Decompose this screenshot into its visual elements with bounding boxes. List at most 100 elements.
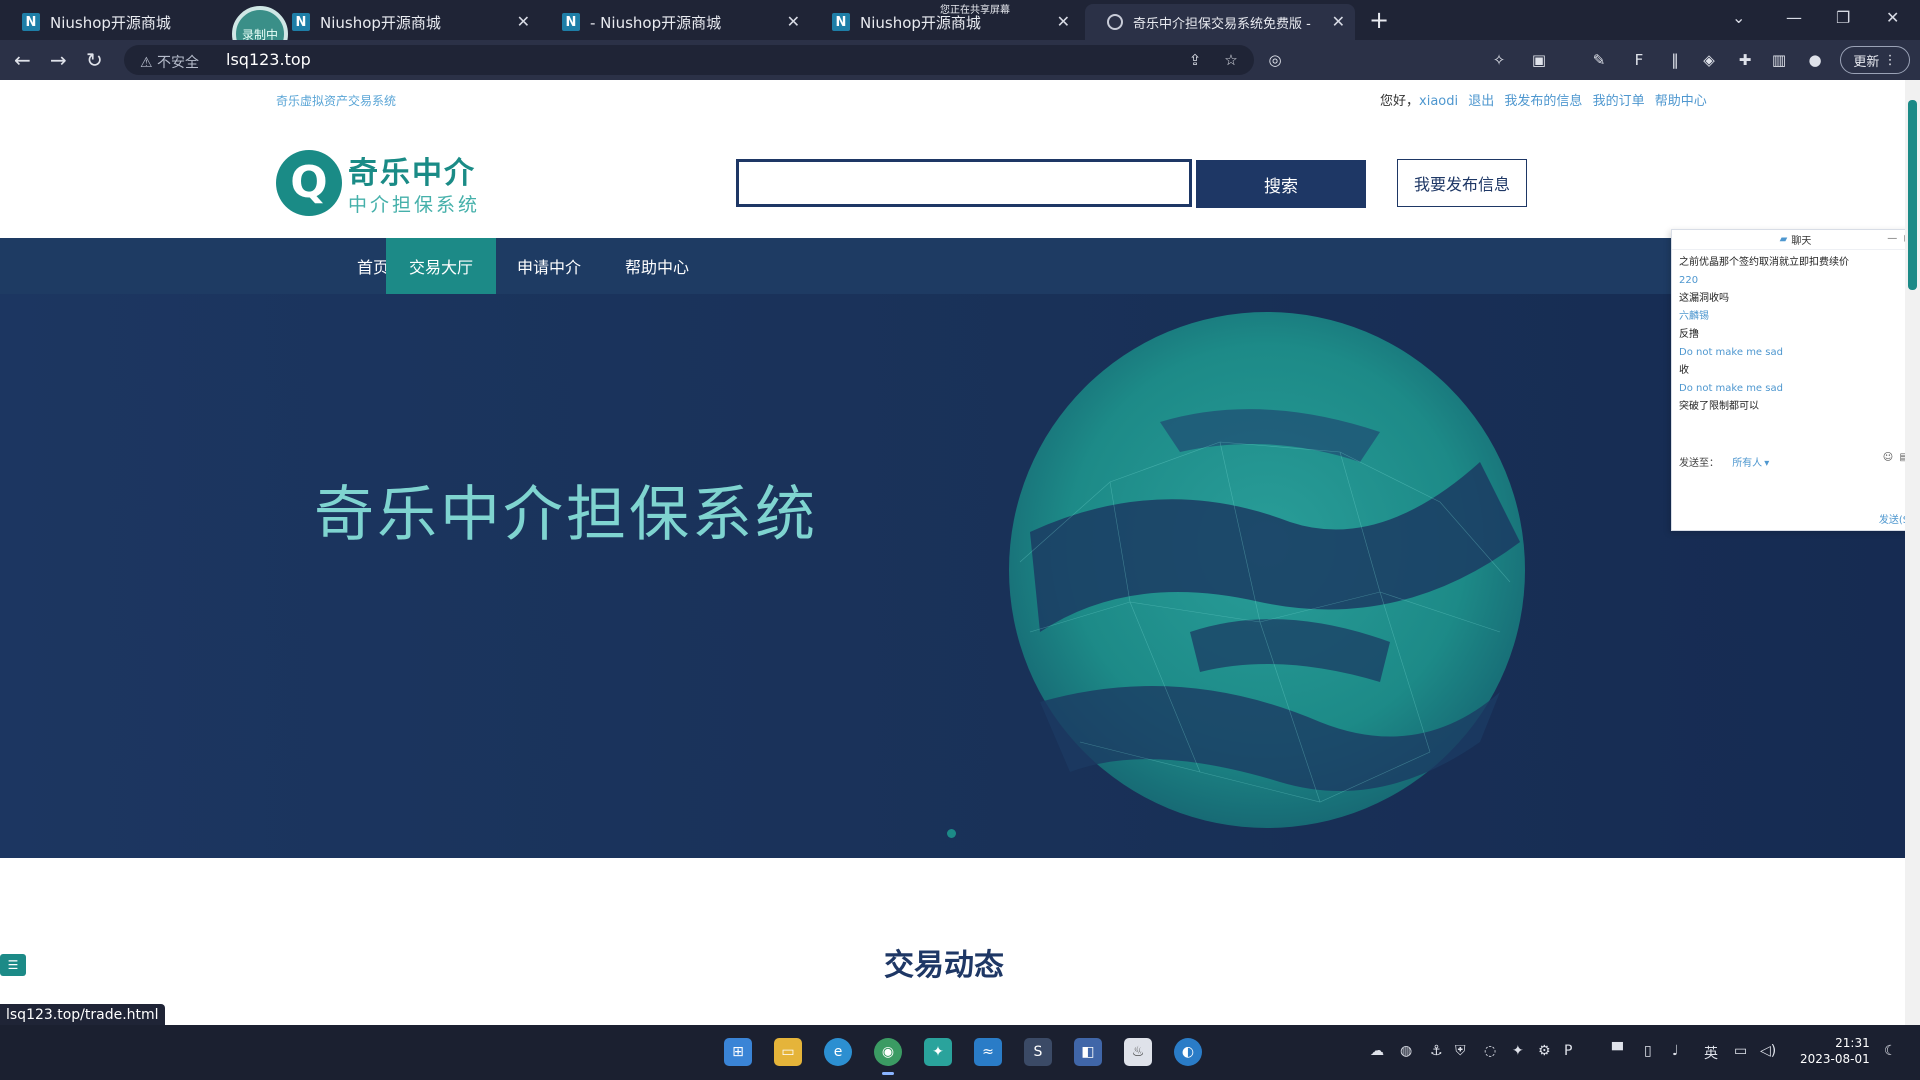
chat-message: 突破了限制都可以 [1679,401,1759,412]
browser-tab-3[interactable]: N - Niushop开源商城 ✕ [540,4,810,40]
tray-icon[interactable]: ⚙ [1538,1043,1551,1059]
dropdown-caret-icon[interactable]: ▾ [1764,458,1769,469]
share-icon[interactable]: ⇪ [1186,51,1204,69]
puzzle-icon[interactable]: ✚ [1736,51,1754,69]
security-indicator[interactable]: ⚠ 不安全 [140,52,199,72]
extension-icon[interactable]: ▣ [1530,51,1548,69]
app-icon[interactable]: ≈ [974,1038,1002,1066]
forward-icon[interactable]: → [50,48,67,72]
tray-icon[interactable]: ◍ [1400,1043,1412,1059]
nav-trade-hall[interactable]: 交易大厅 [386,238,496,294]
app-icon[interactable]: ◧ [1074,1038,1102,1066]
start-icon[interactable]: ⊞ [724,1038,752,1066]
carousel-dot[interactable] [947,829,956,838]
tray-icon[interactable]: P [1564,1043,1572,1059]
new-tab-button[interactable]: + [1369,6,1389,34]
volume-icon[interactable]: ◁) [1760,1043,1776,1059]
restore-button[interactable]: ❐ [1836,8,1850,27]
tray-icon[interactable]: ⚓ [1430,1043,1443,1059]
extension-icon[interactable]: ✧ [1490,51,1508,69]
browser-address-bar: ← → ↻ ⚠ 不安全 lsq123.top ⇪ ☆ ◎ ✧ ▣ ✎ F ‖ ◈… [0,40,1920,80]
bookmark-star-icon[interactable]: ☆ [1222,51,1240,69]
n-favicon-icon: N [562,13,580,31]
message-icon[interactable]: ▀ [1612,1043,1623,1059]
post-info-button[interactable]: 我要发布信息 [1397,159,1527,207]
search-button[interactable]: 搜索 [1196,160,1366,208]
chat-message: 反撸 [1679,329,1699,340]
extension-icon[interactable]: F [1630,51,1648,69]
my-orders-link[interactable]: 我的订单 [1593,94,1645,109]
browser-tab-2[interactable]: N Niushop开源商城 ✕ [270,4,540,40]
app-icon[interactable]: ✦ [924,1038,952,1066]
clock-date: 2023-08-01 [1800,1052,1870,1066]
extension-icon[interactable]: ◈ [1700,51,1718,69]
app-icon[interactable]: ♨ [1124,1038,1152,1066]
sidebar-toggle-icon[interactable]: ☰ [0,954,26,976]
minimize-button[interactable]: — [1786,8,1802,27]
system-clock[interactable]: 21:31 2023-08-01 [1800,1035,1870,1067]
hero-banner: 奇乐中介担保系统 [0,294,1905,858]
section-title-trade-news: 交易动态 [884,948,1004,983]
username-link[interactable]: xiaodi [1419,94,1458,109]
chat-message: 收 [1679,365,1689,376]
n-favicon-icon: N [22,13,40,31]
sublime-icon[interactable]: S [1024,1038,1052,1066]
logout-link[interactable]: 退出 [1468,94,1494,109]
main-nav: 首页 交易大厅 申请中介 帮助中心 [0,238,1905,294]
battery-icon[interactable]: ▯ [1644,1043,1652,1059]
close-tab-icon[interactable]: ✕ [1057,12,1070,31]
tray-icon[interactable]: ☁ [1370,1043,1384,1059]
search-input[interactable] [736,159,1192,207]
tray-icon[interactable]: ✦ [1512,1043,1524,1059]
close-window-button[interactable]: ✕ [1886,8,1899,27]
my-posts-link[interactable]: 我发布的信息 [1504,94,1582,109]
scrollbar-thumb[interactable] [1908,100,1917,290]
notification-icon[interactable]: ☾ [1884,1043,1897,1059]
page-scrollbar[interactable] [1905,80,1920,1025]
chat-message: 六麟锡 [1679,311,1709,322]
site-logo[interactable]: Q 奇乐中介 中介担保系统 [276,148,480,217]
chrome-icon[interactable]: ◉ [874,1038,902,1075]
chat-recipient: 发送至： 所有人 ▾ [1679,454,1769,469]
file-explorer-icon[interactable]: ▭ [774,1038,802,1066]
profile-icon[interactable]: ● [1806,51,1824,69]
browser-tab-5-active[interactable]: 奇乐中介担保交易系统免费版 - ✕ [1085,4,1355,40]
tab-search-icon[interactable]: ⌄ [1732,8,1745,27]
tab-title: - Niushop开源商城 [590,13,722,32]
close-tab-icon[interactable]: ✕ [517,12,530,31]
back-icon[interactable]: ← [14,48,31,72]
site-tagline: 奇乐虚拟资产交易系统 [276,94,397,108]
close-tab-icon[interactable]: ✕ [787,12,800,31]
update-label: 更新 [1853,54,1880,70]
update-button[interactable]: 更新 ⋮ [1840,46,1910,74]
url-text[interactable]: lsq123.top [226,50,311,69]
recipient-select[interactable]: 所有人 [1732,458,1762,469]
network-icon[interactable]: ▭ [1734,1043,1747,1059]
nav-help[interactable]: 帮助中心 [602,238,712,294]
extension-icon[interactable]: ‖ [1666,51,1684,69]
browser-tab-1[interactable]: N Niushop开源商城 [0,4,228,40]
close-tab-icon[interactable]: ✕ [1332,12,1345,31]
user-bar: 您好，xiaodi 退出 我发布的信息 我的订单 帮助中心 [1380,90,1713,109]
help-link[interactable]: 帮助中心 [1655,94,1707,109]
edge-icon[interactable]: e [824,1038,852,1066]
globe-favicon-icon [1107,14,1123,30]
chat-message: Do not make me sad [1679,383,1783,394]
chat-message: 这漏洞收吗 [1679,293,1729,304]
extension-icon[interactable]: ✎ [1590,51,1608,69]
reload-icon[interactable]: ↻ [86,48,103,72]
tab-title: Niushop开源商城 [50,13,171,32]
shield-icon[interactable]: ⛨ [1455,1043,1466,1059]
nav-apply-agent[interactable]: 申请中介 [494,238,604,294]
tray-icon[interactable]: ◌ [1484,1043,1496,1059]
app-icon[interactable]: ◐ [1174,1038,1202,1066]
security-label: 不安全 [157,55,200,71]
chat-icon: ▰ [1779,234,1788,245]
chat-message: 220 [1679,275,1699,286]
chat-message-list: 之前优晶那个签约取消就立即扣费续价 220 这漏洞收吗 六麟锡 反撸 Do no… [1672,250,1919,420]
ime-indicator[interactable]: 英 [1704,1043,1718,1063]
side-panel-icon[interactable]: ▥ [1770,51,1788,69]
extension-icon[interactable]: ◎ [1266,51,1284,69]
microphone-icon[interactable]: ♩ [1672,1043,1679,1059]
emoji-icon[interactable]: ☺ [1883,452,1893,463]
